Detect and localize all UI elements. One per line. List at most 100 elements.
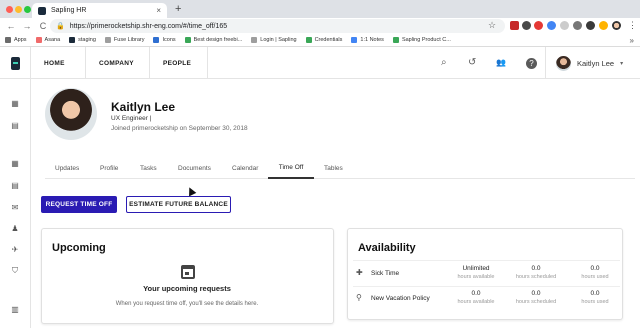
tab-tasks[interactable]: Tasks — [140, 157, 157, 179]
browser-tab-title: Sapling HR — [51, 7, 87, 14]
plus-box-icon: ✚ — [356, 268, 363, 277]
app-header: HOME COMPANY PEOPLE ⌕ ↺ 👥 ? Kaitlyn Lee … — [0, 47, 640, 79]
plane-icon[interactable]: ✈ — [10, 245, 20, 255]
profile-avatar — [45, 88, 97, 140]
bookmark-favicon-icon — [153, 37, 160, 43]
bookmark-favicon-icon — [35, 37, 42, 43]
reload-icon[interactable]: C — [38, 21, 48, 31]
mail-icon[interactable]: ✉ — [10, 203, 20, 213]
document-icon[interactable]: ▤ — [10, 121, 20, 131]
bookmark-item[interactable]: Login | Sapling — [251, 37, 297, 43]
extension-icon[interactable] — [573, 21, 582, 30]
extension-icon[interactable] — [510, 21, 519, 30]
calendar-icon[interactable]: ▦ — [10, 159, 20, 169]
people-icon[interactable]: 👥 — [496, 58, 506, 67]
divider — [353, 286, 620, 287]
hours-available-value: Unlimited — [462, 265, 490, 272]
hours-available-label: hours available — [457, 299, 495, 305]
tab-close-icon[interactable]: × — [156, 6, 161, 15]
request-time-off-button[interactable]: REQUEST TIME OFF — [41, 196, 117, 213]
bookmark-favicon-icon — [305, 37, 312, 43]
book-icon[interactable]: ▥ — [10, 305, 20, 315]
hours-scheduled-value: 0.0 — [531, 265, 541, 272]
calendar-icon — [181, 265, 195, 279]
bookmark-favicon-icon — [104, 37, 111, 43]
extension-icon[interactable] — [522, 21, 531, 30]
bookmark-item[interactable]: Apps — [5, 37, 27, 43]
history-icon[interactable]: ↺ — [468, 57, 476, 68]
user-menu[interactable]: Kaitlyn Lee ▾ — [545, 47, 640, 79]
bookmark-star-icon[interactable]: ☆ — [488, 20, 496, 31]
bookmark-label: Best design freebi... — [193, 37, 243, 43]
bookmark-item[interactable]: staging — [69, 37, 96, 43]
tab-tables[interactable]: Tables — [324, 157, 343, 179]
forward-icon[interactable]: → — [22, 21, 32, 31]
extension-icon[interactable] — [599, 21, 608, 30]
tab-updates[interactable]: Updates — [55, 157, 79, 179]
bookmark-item[interactable]: 1:1 Notes — [351, 37, 384, 43]
new-tab-button[interactable]: + — [175, 3, 181, 15]
user-add-icon[interactable]: ♟ — [10, 224, 20, 234]
bookmark-favicon-icon — [5, 37, 11, 43]
upcoming-empty-subtitle: When you request time off, you'll see th… — [115, 301, 259, 307]
browser-menu-icon[interactable]: ⋮ — [628, 20, 637, 31]
hours-used-label: hours used — [581, 274, 609, 280]
file-icon[interactable]: ▤ — [10, 181, 20, 191]
close-window-icon[interactable] — [6, 6, 13, 13]
tab-documents[interactable]: Documents — [178, 157, 211, 179]
hours-used-label: hours used — [581, 299, 609, 305]
avatar — [556, 55, 571, 71]
bookmark-label: staging — [78, 37, 96, 43]
browser-tab-strip: Sapling HR × + — [0, 0, 640, 18]
sapling-logo[interactable] — [0, 47, 31, 79]
upcoming-card: Upcoming Your upcoming requests When you… — [41, 228, 334, 324]
browser-tab[interactable]: Sapling HR × — [32, 3, 167, 18]
maximize-window-icon[interactable] — [24, 6, 31, 13]
availability-row-sick-time[interactable]: ✚ Sick Time Unlimited hours available 0.0… — [356, 265, 618, 287]
bookmark-label: 1:1 Notes — [360, 37, 384, 43]
hours-available-value: 0.0 — [471, 290, 481, 297]
lock-icon: 🔒 — [56, 23, 65, 30]
search-icon[interactable]: ⌕ — [441, 57, 447, 68]
beach-umbrella-icon: ⚲ — [356, 293, 362, 302]
hours-scheduled-label: hours scheduled — [515, 274, 557, 280]
bookmark-item[interactable]: Fuse Library — [104, 37, 145, 43]
tab-profile[interactable]: Profile — [100, 157, 118, 179]
bookmark-favicon-icon — [251, 37, 258, 43]
upcoming-heading: Upcoming — [52, 242, 106, 254]
user-name: Kaitlyn Lee — [577, 58, 615, 68]
extension-icon[interactable] — [534, 21, 543, 30]
chevron-down-icon: ▾ — [620, 60, 624, 67]
availability-heading: Availability — [358, 242, 416, 254]
availability-row-vacation[interactable]: ⚲ New Vacation Policy 0.0 hours available… — [356, 290, 618, 312]
sapling-favicon-icon — [38, 6, 46, 15]
bookmark-item[interactable]: Icons — [153, 37, 176, 43]
minimize-window-icon[interactable] — [15, 6, 22, 13]
bookmark-item[interactable]: Best design freebi... — [184, 37, 243, 43]
dashboard-icon[interactable]: ▦ — [10, 99, 20, 109]
help-icon[interactable]: ? — [526, 58, 537, 69]
bookmark-item[interactable]: Sapling Product C... — [392, 37, 451, 43]
bookmark-item[interactable]: Credentials — [305, 37, 343, 43]
bookmark-item[interactable]: Asana — [35, 37, 60, 43]
profile-name: Kaitlyn Lee — [111, 100, 176, 114]
shield-icon[interactable]: ⛉ — [10, 266, 20, 276]
bookmark-favicon-icon — [392, 37, 399, 43]
more-bookmarks-icon[interactable]: » — [630, 36, 634, 45]
nav-company[interactable]: COMPANY — [86, 47, 150, 79]
profile-avatar-icon[interactable] — [612, 21, 621, 30]
tab-time-off[interactable]: Time Off — [268, 157, 314, 179]
bookmark-label: Fuse Library — [113, 37, 145, 43]
profile-joined-date: Joined primerocketship on September 30, … — [111, 125, 248, 132]
back-icon[interactable]: ← — [6, 21, 16, 31]
extension-icon[interactable] — [586, 21, 595, 30]
nav-home[interactable]: HOME — [31, 47, 86, 79]
extension-icon[interactable] — [547, 21, 556, 30]
nav-people[interactable]: PEOPLE — [150, 47, 208, 79]
estimate-future-balance-button[interactable]: ESTIMATE FUTURE BALANCE — [126, 196, 231, 213]
extension-icon[interactable] — [560, 21, 569, 30]
url-input[interactable]: 🔒 https://primerocketship.shr-eng.com/#/… — [50, 19, 505, 33]
hours-scheduled-value: 0.0 — [531, 290, 541, 297]
tab-calendar[interactable]: Calendar — [232, 157, 258, 179]
bookmark-label: Credentials — [314, 37, 343, 43]
